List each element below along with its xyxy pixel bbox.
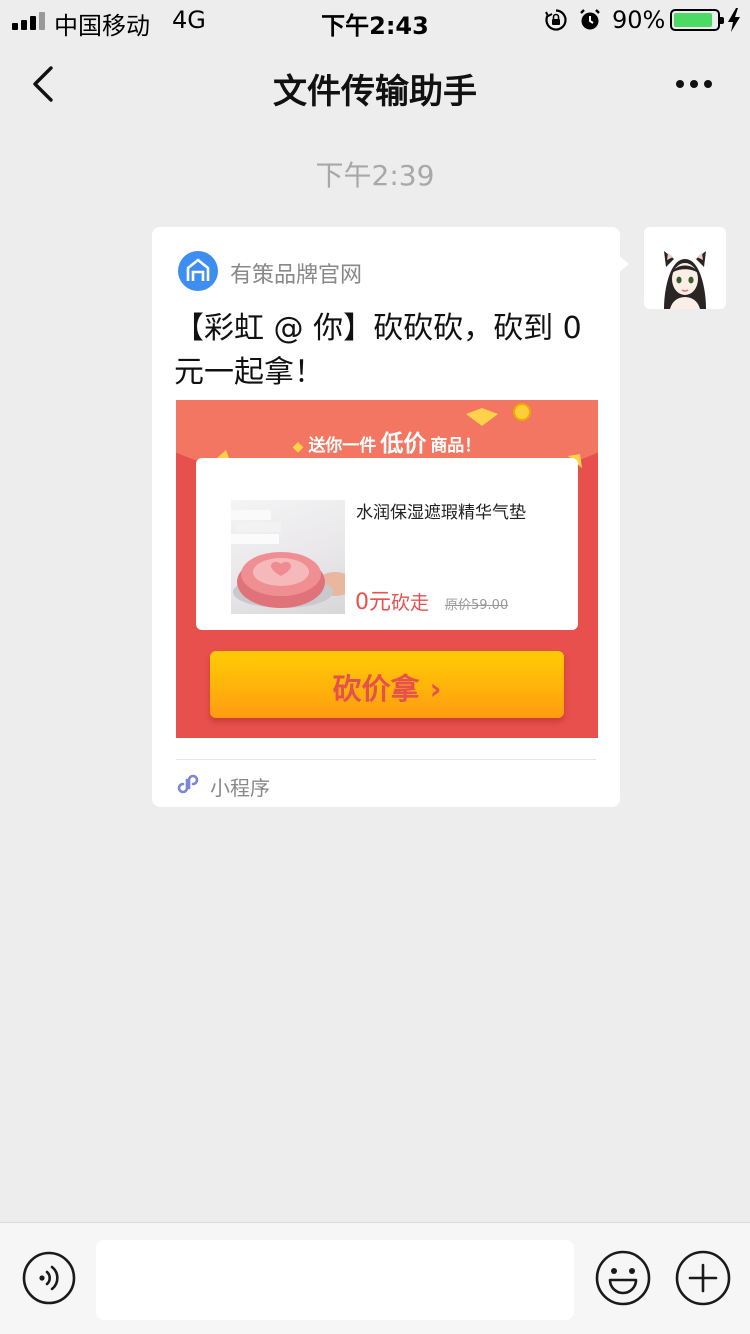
bargain-button[interactable]: 砍价拿 › — [210, 651, 564, 718]
banner-post-text: 商品！ — [430, 436, 482, 456]
mini-program-card[interactable]: 有策品牌官网 【彩虹 @ 你】砍砍砍，砍到 0 元一起拿！ ◆ 送你一件 低价 商品… — [152, 227, 620, 807]
promo-banner-text: ◆ 送你一件 低价 商品！ — [176, 424, 598, 458]
battery-fill — [674, 13, 712, 27]
brand-logo-icon — [178, 251, 218, 291]
input-bar — [0, 1222, 750, 1334]
battery-icon — [670, 9, 724, 31]
status-bar: 中国移动 4G 下午2:43 90% — [0, 0, 750, 40]
bargain-button-label: 砍价拿 › — [210, 666, 564, 708]
chat-title: 文件传输助手 — [273, 72, 477, 112]
product-name: 水润保湿遮瑕精华气垫 — [356, 503, 526, 523]
mini-program-label: 小程序 — [210, 776, 270, 800]
product-price: 0元砍走 — [355, 584, 429, 616]
message-input[interactable] — [96, 1240, 574, 1320]
mini-program-icon — [177, 774, 199, 794]
nav-bar: 文件传输助手 — [0, 40, 750, 128]
avatar[interactable] — [644, 227, 726, 309]
gold-coin-icon — [513, 403, 531, 421]
charging-icon — [728, 8, 740, 32]
alarm-icon — [580, 9, 600, 30]
battery-percentage: 90% — [612, 6, 666, 34]
more-options-icon[interactable] — [668, 62, 720, 106]
plus-icon[interactable] — [674, 1249, 732, 1307]
chevron-right-icon: › — [429, 672, 442, 706]
brand-name: 有策品牌官网 — [230, 263, 363, 288]
promo-image: ◆ 送你一件 低价 商品！ 水润保湿遮瑕精华气垫 0元砍走 原价59.00 砍价… — [176, 400, 598, 738]
orientation-lock-icon — [545, 9, 567, 31]
banner-highlight-text: 低价 — [380, 431, 427, 457]
bargain-button-text: 砍价拿 — [332, 672, 420, 706]
promo-banner-sparkle-icon: ◆ — [292, 439, 309, 455]
card-divider — [176, 759, 596, 760]
product-card: 水润保湿遮瑕精华气垫 0元砍走 原价59.00 — [196, 458, 578, 630]
price-suffix: 砍走 — [391, 592, 430, 614]
banner-pre-text: 送你一件 — [308, 436, 377, 456]
card-title: 【彩虹 @ 你】砍砍砍，砍到 0 元一起拿！ — [174, 311, 582, 390]
emoji-icon[interactable] — [594, 1249, 652, 1307]
message-timestamp: 下午2:39 — [315, 159, 435, 192]
original-price: 原价59.00 — [445, 598, 509, 613]
product-image — [231, 500, 345, 614]
price-value: 0元 — [355, 590, 391, 615]
voice-input-icon[interactable] — [22, 1251, 76, 1305]
